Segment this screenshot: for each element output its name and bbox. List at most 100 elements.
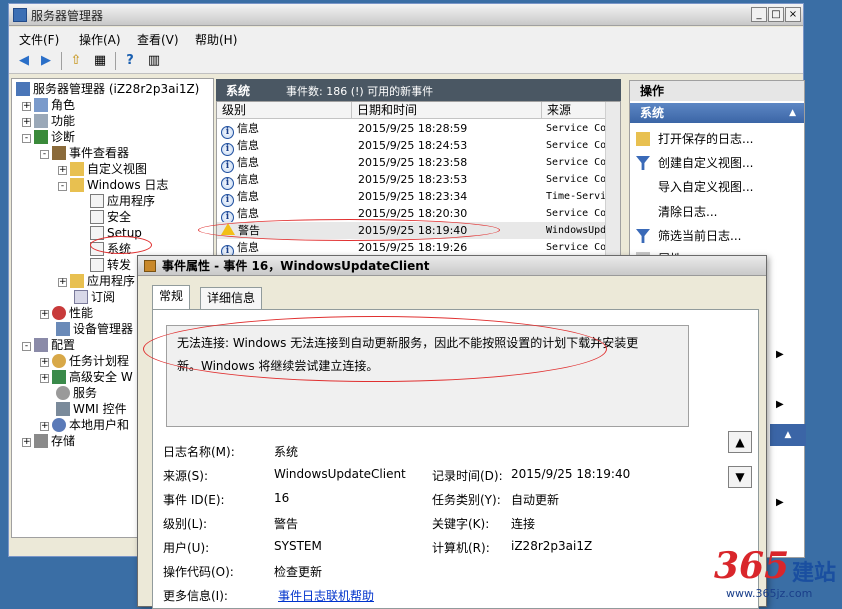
tree-item-forwarded-log[interactable]: 转发 (90, 257, 131, 273)
close-button[interactable]: × (785, 7, 801, 22)
filter-icon (636, 229, 650, 243)
event-row[interactable]: i 信息 2015/9/25 18:23:58 Service Co (217, 154, 607, 173)
log-icon (90, 194, 104, 208)
action-label: 创建自定义视图... (658, 156, 754, 170)
tree-item-performance[interactable]: + 性能 (40, 305, 93, 321)
action-open-saved-log[interactable]: 打开保存的日志... (636, 129, 753, 149)
tree-item-subscriptions[interactable]: 订阅 (74, 289, 115, 305)
tree-item-label: 系统 (107, 242, 132, 256)
up-folder-icon[interactable]: ⇧ (67, 52, 85, 70)
collapse-toggle[interactable]: - (22, 342, 31, 351)
vertical-scrollbar[interactable] (605, 102, 620, 260)
expand-toggle[interactable]: + (22, 102, 31, 111)
tree-item-device-manager[interactable]: 设备管理器 (56, 321, 133, 337)
title-bar[interactable]: 服务器管理器 _ □ × (9, 4, 803, 26)
expand-toggle[interactable]: + (22, 118, 31, 127)
tree-item-local-users[interactable]: + 本地用户和 (40, 417, 129, 433)
menu-view[interactable]: 查看(V) (137, 31, 179, 48)
tree-item-setup-log[interactable]: Setup (90, 225, 142, 241)
general-tab-panel: 无法连接: Windows 无法连接到自动更新服务，因此不能按照设置的计划下载并… (152, 309, 759, 609)
menu-file[interactable]: 文件(F) (19, 31, 59, 48)
column-header-level[interactable]: 级别 (217, 102, 352, 119)
opcode-label: 操作代码(O): (163, 565, 234, 579)
show-action-pane-icon[interactable]: ▥ (145, 52, 163, 70)
tree-item-diagnostics[interactable]: - 诊断 (22, 129, 75, 145)
tree-item-event-viewer[interactable]: - 事件查看器 (40, 145, 129, 161)
collapse-toggle[interactable]: - (58, 182, 67, 191)
expand-toggle[interactable]: + (58, 166, 67, 175)
tree-item-roles[interactable]: + 角色 (22, 97, 75, 113)
previous-event-button[interactable]: ▲ (728, 431, 752, 453)
tree-item-custom-views[interactable]: + 自定义视图 (58, 161, 147, 177)
column-header-datetime[interactable]: 日期和时间 (352, 102, 542, 119)
forward-arrow-icon[interactable]: ▶ (37, 52, 55, 70)
menu-action[interactable]: 操作(A) (79, 31, 121, 48)
tree-item-system-log[interactable]: 系统 (90, 241, 131, 257)
user-value: SYSTEM (274, 539, 322, 553)
firewall-icon (52, 370, 66, 384)
maximize-button[interactable]: □ (768, 7, 784, 22)
tree-item-configuration[interactable]: - 配置 (22, 337, 75, 353)
event-row[interactable]: i 信息 2015/9/25 18:23:53 Service Co (217, 171, 607, 190)
event-row[interactable]: i 信息 2015/9/25 18:19:26 Service Co (217, 239, 607, 258)
tree-item-features[interactable]: + 功能 (22, 113, 75, 129)
collapse-toggle[interactable]: - (40, 150, 49, 159)
log-icon (90, 258, 104, 272)
tree-item-firewall[interactable]: + 高级安全 W (40, 369, 133, 385)
submenu-arrow-icon[interactable]: ▶ (776, 399, 784, 410)
event-row[interactable]: 警告 2015/9/25 18:19:40 WindowsUpd (217, 222, 607, 239)
show-hide-tree-icon[interactable]: ▦ (91, 52, 109, 70)
submenu-arrow-icon[interactable]: ▶ (776, 349, 784, 360)
tab-general[interactable]: 常规 (152, 285, 191, 309)
help-icon[interactable]: ? (121, 52, 139, 70)
next-event-button[interactable]: ▼ (728, 466, 752, 488)
tree-item-server-manager[interactable]: 服务器管理器 (iZ28r2p3ai1Z) (16, 81, 199, 97)
gear-icon (56, 386, 70, 400)
storage-icon (34, 434, 48, 448)
expand-toggle[interactable]: + (40, 310, 49, 319)
action-import-custom-view[interactable]: 导入自定义视图... (636, 177, 753, 197)
tree-item-label: 角色 (51, 98, 76, 112)
collapse-toggle[interactable]: - (22, 134, 31, 143)
dialog-title-bar[interactable]: 事件属性 - 事件 16，WindowsUpdateClient (138, 256, 766, 276)
actions-section-system[interactable]: 系统 ▲ (630, 103, 804, 123)
tree-item-storage[interactable]: + 存储 (22, 433, 75, 449)
tree-item-wmi-control[interactable]: WMI 控件 (56, 401, 127, 417)
event-row[interactable]: i 信息 2015/9/25 18:24:53 Service Co (217, 137, 607, 156)
event-row[interactable]: i 信息 2015/9/25 18:28:59 Service Co (217, 120, 607, 139)
event-datetime: 2015/9/25 18:23:34 (358, 190, 468, 203)
event-row[interactable]: i 信息 2015/9/25 18:23:34 Time-Servi (217, 188, 607, 207)
menu-help[interactable]: 帮助(H) (195, 31, 237, 48)
event-row[interactable]: i 信息 2015/9/25 18:20:30 Service Co (217, 205, 607, 224)
expand-toggle[interactable]: + (40, 374, 49, 383)
tree-item-applications-services[interactable]: + 应用程序 (58, 273, 135, 289)
expand-toggle[interactable]: + (40, 422, 49, 431)
tree-item-services[interactable]: 服务 (56, 385, 97, 401)
expand-toggle[interactable]: + (40, 358, 49, 367)
tree-item-task-scheduler[interactable]: + 任务计划程 (40, 353, 129, 369)
action-clear-log[interactable]: 清除日志... (636, 202, 717, 222)
event-source: Service Co (546, 208, 606, 219)
collapse-arrow-icon[interactable]: ▲ (789, 103, 796, 123)
back-arrow-icon[interactable]: ◀ (15, 52, 33, 70)
tree-item-label: 任务计划程 (69, 354, 130, 368)
minimize-button[interactable]: _ (751, 7, 767, 22)
tree-item-label: 安全 (107, 210, 132, 224)
tree-item-application-log[interactable]: 应用程序 (90, 193, 155, 209)
action-filter-current-log[interactable]: 筛选当前日志... (636, 226, 741, 246)
toolbar: ◀ ▶ ⇧ ▦ ? ▥ (9, 48, 803, 74)
expand-toggle[interactable]: + (22, 438, 31, 447)
column-header-source[interactable]: 来源 (542, 102, 607, 119)
expand-toggle[interactable]: + (58, 278, 67, 287)
tree-item-label: 服务 (73, 386, 98, 400)
event-log-online-help-link[interactable]: 事件日志联机帮助 (278, 587, 374, 604)
submenu-arrow-icon[interactable]: ▶ (776, 497, 784, 508)
section-collapse-icon[interactable]: ▲ (770, 424, 806, 446)
tree-item-windows-logs[interactable]: - Windows 日志 (58, 177, 168, 193)
tab-details[interactable]: 详细信息 (200, 287, 263, 309)
tree-item-label: 诊断 (51, 130, 76, 144)
action-create-custom-view[interactable]: 创建自定义视图... (636, 153, 753, 173)
tree-item-security-log[interactable]: 安全 (90, 209, 131, 225)
event-list[interactable]: 级别 日期和时间 来源 i 信息 2015/9/25 18:28:59 Service… (216, 101, 621, 261)
event-datetime: 2015/9/25 18:24:53 (358, 139, 468, 152)
